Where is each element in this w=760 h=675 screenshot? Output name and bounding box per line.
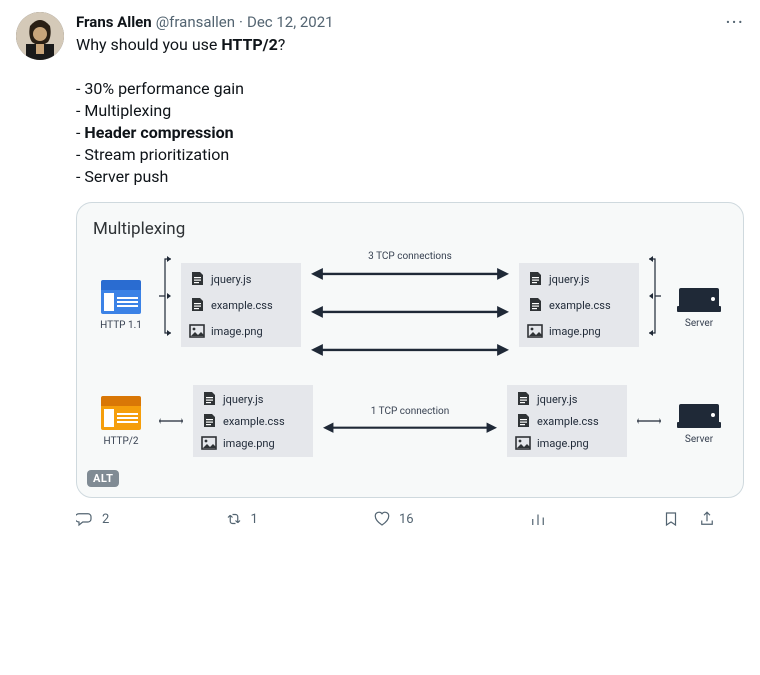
- image-icon: [201, 435, 217, 451]
- server-icon: [677, 398, 721, 428]
- conn-label: 1 TCP connection: [371, 406, 449, 417]
- views-button[interactable]: [529, 510, 547, 528]
- tweet-header: Frans Allen @fransallen · Dec 12, 2021: [76, 12, 744, 32]
- card-title: Multiplexing: [93, 219, 727, 239]
- http11-label: HTTP 1.1: [100, 320, 142, 331]
- file-item: example.css: [201, 413, 305, 429]
- text-line1-suffix: ?: [278, 35, 286, 54]
- http2-client: HTTP/2: [93, 396, 149, 447]
- reply-count: 2: [102, 512, 109, 527]
- bullet-4: - Stream prioritization: [76, 145, 229, 164]
- bullet-5: - Server push: [76, 167, 168, 186]
- http11-connections: 3 TCP connections: [311, 251, 509, 359]
- bookmark-button[interactable]: [662, 510, 680, 528]
- like-count: 16: [399, 512, 414, 527]
- server-label: Server: [685, 318, 713, 329]
- file-item: jquery.js: [527, 269, 631, 289]
- image-icon: [515, 435, 531, 451]
- document-icon: [189, 271, 205, 287]
- browser-icon: [101, 280, 141, 314]
- server-label: Server: [685, 434, 713, 445]
- http2-label: HTTP/2: [103, 436, 138, 447]
- conn-label: 3 TCP connections: [368, 251, 452, 262]
- file-item: image.png: [201, 435, 305, 451]
- tweet-actions: 2 1 16: [76, 510, 716, 528]
- document-icon: [189, 297, 205, 313]
- document-icon: [527, 271, 543, 287]
- http2-server: Server: [671, 398, 727, 445]
- reply-button[interactable]: 2: [76, 510, 109, 528]
- bracket-right: [649, 251, 661, 341]
- http2-connection: 1 TCP connection: [323, 406, 497, 436]
- server-icon: [677, 282, 721, 312]
- diagram: HTTP 1.1 jquery.js example.css image.png…: [93, 251, 727, 457]
- document-icon: [515, 391, 531, 407]
- http11-files-left: jquery.js example.css image.png: [181, 263, 301, 347]
- file-item: example.css: [527, 295, 631, 315]
- alt-badge[interactable]: ALT: [87, 470, 119, 487]
- document-icon: [527, 297, 543, 313]
- more-options-button[interactable]: ···: [725, 10, 744, 34]
- bullet-2: - Multiplexing: [76, 101, 171, 120]
- retweet-button[interactable]: 1: [225, 510, 258, 528]
- file-item: jquery.js: [515, 391, 619, 407]
- tweet-date[interactable]: Dec 12, 2021: [247, 12, 334, 32]
- arrow-icon: [311, 340, 509, 360]
- file-item: example.css: [515, 413, 619, 429]
- bracket-left: [159, 251, 171, 341]
- http2-section: HTTP/2 jquery.js example.css image.png 1…: [93, 385, 727, 457]
- arrow-icon: [637, 416, 661, 426]
- image-icon: [189, 323, 205, 339]
- separator-dot: ·: [239, 12, 243, 32]
- image-icon: [527, 323, 543, 339]
- author-name[interactable]: Frans Allen: [76, 12, 152, 32]
- arrow-icon: [311, 264, 509, 284]
- file-item: jquery.js: [189, 269, 293, 289]
- arrow-icon: [311, 302, 509, 322]
- media-card[interactable]: Multiplexing HTTP 1.1: [76, 202, 744, 498]
- http2-files-left: jquery.js example.css image.png: [193, 385, 313, 457]
- document-icon: [201, 391, 217, 407]
- file-item: image.png: [189, 321, 293, 341]
- http11-files-right: jquery.js example.css image.png: [519, 263, 639, 347]
- analytics-icon: [529, 510, 547, 528]
- http11-server: Server: [671, 282, 727, 329]
- bullet-1: - 30% performance gain: [76, 79, 244, 98]
- file-item: image.png: [515, 435, 619, 451]
- arrow-icon: [159, 416, 183, 426]
- avatar[interactable]: [16, 12, 64, 60]
- file-item: example.css: [189, 295, 293, 315]
- http11-section: HTTP 1.1 jquery.js example.css image.png…: [93, 251, 727, 359]
- bullet-3-bold: Header compression: [84, 123, 233, 142]
- share-icon: [698, 510, 716, 528]
- document-icon: [515, 413, 531, 429]
- reply-icon: [76, 510, 94, 528]
- retweet-count: 1: [251, 512, 258, 527]
- heart-icon: [373, 510, 391, 528]
- text-line1-bold: HTTP/2: [221, 35, 277, 54]
- bookmark-icon: [662, 510, 680, 528]
- tweet: Frans Allen @fransallen · Dec 12, 2021 ·…: [0, 0, 760, 540]
- file-item: jquery.js: [201, 391, 305, 407]
- browser-icon: [101, 396, 141, 430]
- text-line1-prefix: Why should you use: [76, 35, 221, 54]
- tweet-text: Why should you use HTTP/2? - 30% perform…: [76, 34, 744, 188]
- share-button[interactable]: [698, 510, 716, 528]
- retweet-icon: [225, 510, 243, 528]
- file-item: image.png: [527, 321, 631, 341]
- tweet-body: Frans Allen @fransallen · Dec 12, 2021 ·…: [76, 12, 744, 528]
- document-icon: [201, 413, 217, 429]
- http11-client: HTTP 1.1: [93, 280, 149, 331]
- like-button[interactable]: 16: [373, 510, 414, 528]
- http2-files-right: jquery.js example.css image.png: [507, 385, 627, 457]
- author-handle[interactable]: @fransallen: [156, 12, 235, 32]
- arrow-icon: [323, 419, 497, 436]
